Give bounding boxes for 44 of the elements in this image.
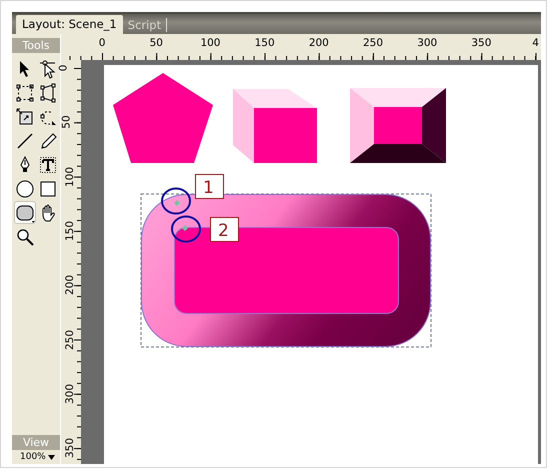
distort-handles-icon	[38, 82, 58, 102]
ruler-label: 300	[416, 36, 438, 51]
ruler-label: 150	[254, 36, 276, 51]
ruler-label: 250	[64, 330, 76, 350]
callout-number: 1	[203, 178, 214, 198]
ruler-label: 200	[64, 275, 76, 296]
selection-handles-icon	[15, 82, 35, 102]
cube[interactable]	[233, 89, 317, 163]
corner-handle[interactable]	[182, 225, 188, 231]
ruler-label: 100	[199, 36, 222, 51]
zoom-dropdown[interactable]: 100%	[12, 450, 60, 464]
magnifier-icon	[15, 226, 35, 246]
line-icon	[15, 130, 35, 150]
square-icon	[38, 178, 58, 198]
ruler-label: 150	[64, 221, 76, 242]
ruler-label: 0	[98, 36, 106, 51]
ruler-label: 200	[308, 36, 330, 51]
ruler-label: 100	[64, 166, 76, 187]
ruler-label: 350	[470, 36, 492, 51]
caret-icon	[48, 454, 55, 460]
rounded-rectangle-icon	[15, 202, 35, 222]
ruler-label: 50	[148, 36, 164, 51]
pentagon[interactable]	[113, 73, 213, 163]
ruler-label: 250	[362, 36, 384, 51]
callout-number: 2	[218, 221, 229, 241]
circle-icon	[15, 178, 35, 198]
beveled-rectangle[interactable]	[350, 88, 446, 163]
resize-box-icon	[15, 106, 35, 126]
text-icon	[38, 154, 58, 174]
hollow-pointer-icon	[38, 58, 58, 78]
panel-title: View	[12, 435, 60, 450]
tool-button[interactable]	[14, 201, 36, 224]
ruler-label: 300	[64, 384, 76, 404]
ruler-label: 350	[64, 438, 76, 458]
callout-box	[210, 217, 239, 242]
highlight-circle	[161, 188, 191, 214]
corner-handle[interactable]	[174, 200, 180, 206]
tab[interactable]: Layout: Scene_1	[16, 15, 123, 34]
panel-title: Tools	[12, 38, 60, 53]
callout-box	[195, 174, 224, 199]
ruler-label: 4	[531, 36, 540, 51]
ruler-label: 50	[60, 116, 73, 130]
ruler-label: 0	[57, 64, 70, 72]
highlight-circle	[171, 216, 201, 242]
